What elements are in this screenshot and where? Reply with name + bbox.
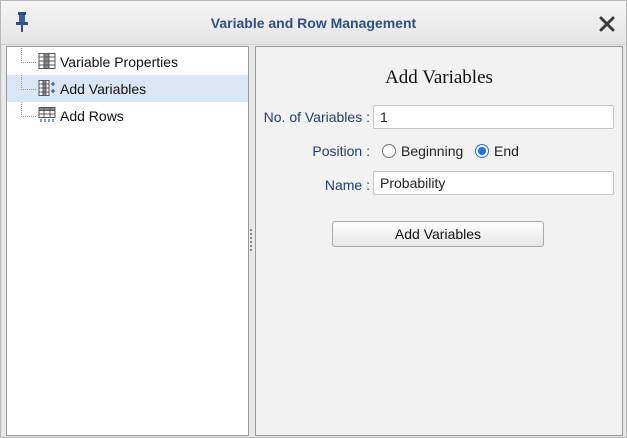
tree-item-label: Add Variables (60, 81, 147, 97)
position-beginning-radio[interactable] (382, 144, 396, 158)
add-variables-icon (38, 80, 55, 96)
add-variables-button[interactable]: Add Variables (332, 221, 544, 247)
close-icon[interactable] (599, 16, 615, 32)
position-end-label[interactable]: End (494, 143, 519, 159)
tree-item-label: Variable Properties (60, 54, 179, 70)
tree-connector (21, 48, 36, 63)
form-title: Add Variables (385, 67, 493, 88)
num-variables-input[interactable] (373, 105, 614, 129)
dialog-title: Variable and Row Management (210, 15, 417, 31)
tree-item-label: Add Rows (60, 108, 124, 124)
tree-item-variable-properties[interactable]: Variable Properties (7, 48, 248, 75)
tree-connector (21, 102, 36, 117)
panel-splitter-handle[interactable] (249, 229, 253, 253)
position-end-radio[interactable] (475, 144, 489, 158)
variable-row-management-dialog: Variable and Row Management Variable Pro… (0, 0, 627, 438)
name-label: Name : (324, 177, 370, 193)
add-rows-icon (38, 107, 56, 122)
tree-connector (21, 75, 36, 90)
tree-item-add-rows[interactable]: Add Rows (7, 102, 248, 129)
position-beginning-label[interactable]: Beginning (401, 143, 463, 159)
variable-name-input[interactable] (373, 171, 614, 195)
add-variables-form: Add Variables No. of Variables : Positio… (255, 46, 623, 436)
variable-properties-icon (38, 53, 56, 69)
tree-item-add-variables[interactable]: Add Variables (7, 75, 248, 102)
navigation-tree: Variable Properties Add Variables Add Ro… (6, 46, 249, 436)
dialog-titlebar[interactable]: Variable and Row Management (1, 1, 626, 45)
num-variables-label: No. of Variables : (263, 109, 370, 125)
position-label: Position : (312, 143, 370, 159)
